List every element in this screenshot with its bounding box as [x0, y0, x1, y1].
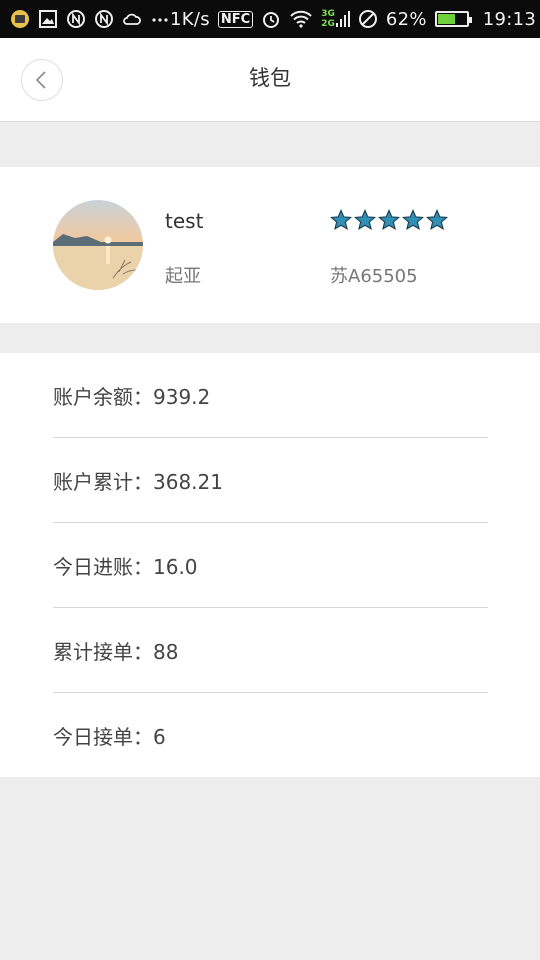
image-icon — [38, 9, 58, 29]
more-icon — [150, 9, 170, 29]
user-name: test — [165, 209, 204, 233]
n-icon — [94, 9, 114, 29]
app-icon — [10, 9, 30, 29]
stat-total: 账户累计：368.21 — [53, 438, 488, 523]
status-bar: 1K/s NFC 3G 2G 62% 19:13 — [0, 0, 540, 38]
wallet-stats: 账户余额：939.2 账户累计：368.21 今日进账：16.0 累计接单：88… — [0, 353, 540, 777]
rating-stars — [330, 209, 448, 231]
network-2g: 2G — [321, 19, 335, 29]
battery-fill — [437, 14, 456, 24]
status-left — [10, 9, 170, 29]
profile-card: test 起亚 苏A65505 — [0, 167, 540, 323]
page-title: 钱包 — [249, 66, 291, 90]
battery-percent: 62% — [385, 8, 427, 30]
battery-icon — [434, 11, 472, 27]
nfc-icon: NFC — [217, 10, 254, 28]
stat-total-orders: 累计接单：88 — [53, 608, 488, 693]
network-3g: 3G — [321, 9, 335, 19]
star-icon — [426, 209, 448, 231]
star-icon — [330, 209, 352, 231]
signal-icon: 3G 2G — [321, 9, 350, 29]
star-icon — [378, 209, 400, 231]
clock: 19:13 — [482, 8, 537, 30]
avatar[interactable] — [53, 200, 143, 290]
chevron-left-icon — [35, 71, 46, 89]
cloud-icon — [122, 9, 142, 29]
star-icon — [354, 209, 376, 231]
stat-today-orders: 今日接单：6 — [53, 725, 166, 749]
alarm-icon — [261, 9, 281, 29]
net-speed: 1K/s — [170, 8, 210, 30]
back-button[interactable] — [21, 59, 63, 101]
wifi-icon — [289, 9, 313, 29]
stat-balance: 账户余额：939.2 — [53, 353, 488, 438]
nav-bar: 钱包 — [0, 38, 540, 122]
license-plate: 苏A65505 — [330, 266, 418, 287]
n-icon — [66, 9, 86, 29]
star-icon — [402, 209, 424, 231]
car-brand: 起亚 — [165, 266, 201, 287]
status-right: 1K/s NFC 3G 2G 62% 19:13 — [170, 9, 536, 30]
blocked-icon — [358, 9, 378, 29]
stat-today-income: 今日进账：16.0 — [53, 523, 488, 608]
